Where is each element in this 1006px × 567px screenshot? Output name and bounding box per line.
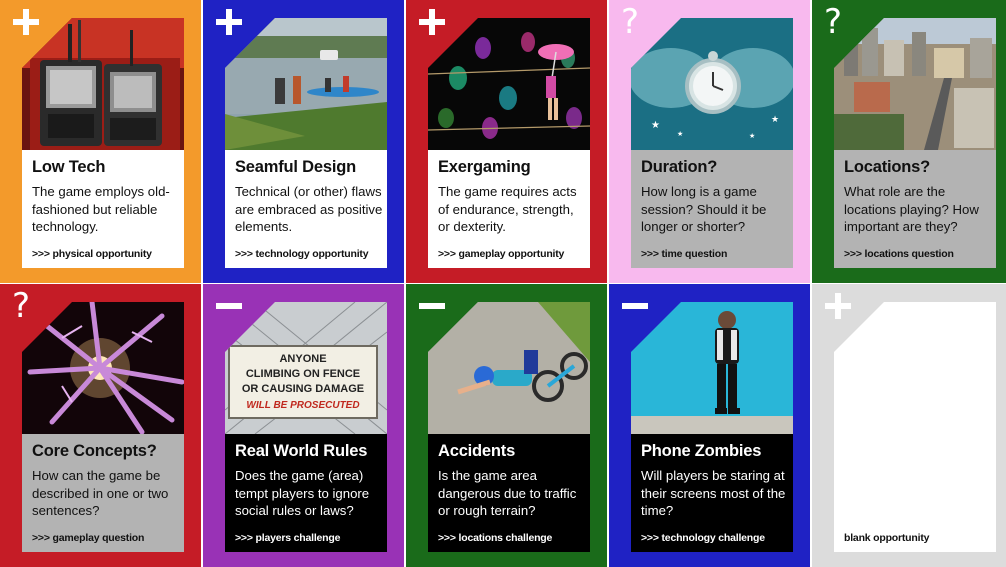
card-title: Real World Rules xyxy=(235,442,368,460)
tightrope-walker-photo xyxy=(428,18,590,150)
card-low-tech[interactable]: Low Tech The game employs old-fashioned … xyxy=(0,0,201,283)
card-footer: >>> locations question xyxy=(844,248,954,260)
minus-icon xyxy=(216,303,242,309)
card-footer: >>> technology opportunity xyxy=(235,248,369,260)
card-title: Seamful Design xyxy=(235,158,356,176)
card-title: Low Tech xyxy=(32,158,106,176)
card-real-world-rules[interactable]: ANYONE CLIMBING ON FENCE OR CAUSING DAMA… xyxy=(203,284,404,567)
question-mark-icon: ? xyxy=(824,2,843,42)
card-body: Phone Zombies Will players be staring at… xyxy=(631,434,793,552)
card-body: Core Concepts? How can the game be descr… xyxy=(22,434,184,552)
card-body: Accidents Is the game area dangerous due… xyxy=(428,434,590,552)
card-description: Does the game (area) tempt players to ig… xyxy=(235,468,370,519)
card-body: Duration? How long is a game session? Sh… xyxy=(631,150,793,268)
card-body: Seamful Design Technical (or other) flaw… xyxy=(225,150,387,268)
card-seamful-design[interactable]: Seamful Design Technical (or other) flaw… xyxy=(203,0,404,283)
card-description: What role are the locations playing? How… xyxy=(844,184,979,235)
card-panel: blank opportunity xyxy=(834,302,996,552)
radios-photo xyxy=(22,18,184,150)
card-footer: >>> gameplay question xyxy=(32,532,145,544)
minus-icon xyxy=(622,303,648,309)
card-title: Core Concepts? xyxy=(32,442,157,460)
card-panel: Accidents Is the game area dangerous due… xyxy=(428,302,590,552)
sign-line-2: CLIMBING ON FENCE xyxy=(246,368,360,380)
card-accidents[interactable]: Accidents Is the game area dangerous due… xyxy=(406,284,607,567)
card-panel: Core Concepts? How can the game be descr… xyxy=(22,302,184,552)
card-description: Is the game area dangerous due to traffi… xyxy=(438,468,577,519)
card-description: The game employs old-fashioned but relia… xyxy=(32,184,170,235)
card-footer: >>> physical opportunity xyxy=(32,248,152,260)
sign-line-3: OR CAUSING DAMAGE xyxy=(242,383,364,395)
plus-icon xyxy=(419,9,445,35)
card-panel: Locations? What role are the locations p… xyxy=(834,18,996,268)
card-panel: Exergaming The game requires acts of end… xyxy=(428,18,590,268)
glowing-sculpture-photo xyxy=(22,302,184,434)
card-description: The game requires acts of endurance, str… xyxy=(438,184,577,235)
card-title: Accidents xyxy=(438,442,516,460)
phone-user-photo xyxy=(631,302,793,434)
card-body: blank opportunity xyxy=(834,434,996,552)
svg-text:★: ★ xyxy=(651,120,660,131)
card-title: Phone Zombies xyxy=(641,442,762,460)
card-footer: >>> players challenge xyxy=(235,532,341,544)
card-panel: Seamful Design Technical (or other) flaw… xyxy=(225,18,387,268)
card-footer: >>> technology challenge xyxy=(641,532,765,544)
svg-text:★: ★ xyxy=(677,130,683,138)
svg-text:★: ★ xyxy=(771,114,779,124)
plus-icon xyxy=(216,9,242,35)
card-description: How long is a game session? Should it be… xyxy=(641,184,767,235)
card-footer: >>> locations challenge xyxy=(438,532,553,544)
sign-line-4: WILL BE PROSECUTED xyxy=(246,400,359,411)
question-mark-icon: ? xyxy=(621,2,640,42)
card-title: Duration? xyxy=(641,158,718,176)
plus-icon xyxy=(13,9,39,35)
city-aerial-photo xyxy=(834,18,996,150)
card-footer: >>> time question xyxy=(641,248,728,260)
sign-line-1: ANYONE xyxy=(279,353,326,365)
card-footer: >>> gameplay opportunity xyxy=(438,248,565,260)
bike-crash-photo xyxy=(428,302,590,434)
card-body: Low Tech The game employs old-fashioned … xyxy=(22,150,184,268)
card-locations[interactable]: ? Locations? What role are the locations… xyxy=(812,0,1006,283)
fence-sign-photo: ANYONE CLIMBING ON FENCE OR CAUSING DAMA… xyxy=(225,302,387,434)
plus-icon xyxy=(825,293,851,319)
card-grid: Low Tech The game employs old-fashioned … xyxy=(0,0,1006,567)
card-description: Will players be staring at their screens… xyxy=(641,468,786,519)
card-description: How can the game be described in one or … xyxy=(32,468,169,519)
card-exergaming[interactable]: Exergaming The game requires acts of end… xyxy=(406,0,607,283)
card-panel: ★ ★ ★ ★ Duration? How long is a game ses… xyxy=(631,18,793,268)
card-core-concepts[interactable]: ? Core Concepts? How can the game be des… xyxy=(0,284,201,567)
card-panel: Phone Zombies Will players be staring at… xyxy=(631,302,793,552)
card-footer: blank opportunity xyxy=(844,532,930,544)
card-panel: Low Tech The game employs old-fashioned … xyxy=(22,18,184,268)
card-title: Locations? xyxy=(844,158,931,176)
card-body: Locations? What role are the locations p… xyxy=(834,150,996,268)
svg-text:★: ★ xyxy=(749,132,755,140)
card-body: Exergaming The game requires acts of end… xyxy=(428,150,590,268)
winged-clock-photo: ★ ★ ★ ★ xyxy=(631,18,793,150)
card-panel: ANYONE CLIMBING ON FENCE OR CAUSING DAMA… xyxy=(225,302,387,552)
flooded-street-photo xyxy=(225,18,387,150)
card-body: Real World Rules Does the game (area) te… xyxy=(225,434,387,552)
card-duration[interactable]: ? ★ ★ ★ ★ Duration? How long is a game s… xyxy=(609,0,810,283)
question-mark-icon: ? xyxy=(12,286,31,326)
minus-icon xyxy=(419,303,445,309)
card-title: Exergaming xyxy=(438,158,531,176)
card-blank[interactable]: blank opportunity xyxy=(812,284,1006,567)
card-phone-zombies[interactable]: Phone Zombies Will players be staring at… xyxy=(609,284,810,567)
card-description: Technical (or other) flaws are embraced … xyxy=(235,184,383,235)
